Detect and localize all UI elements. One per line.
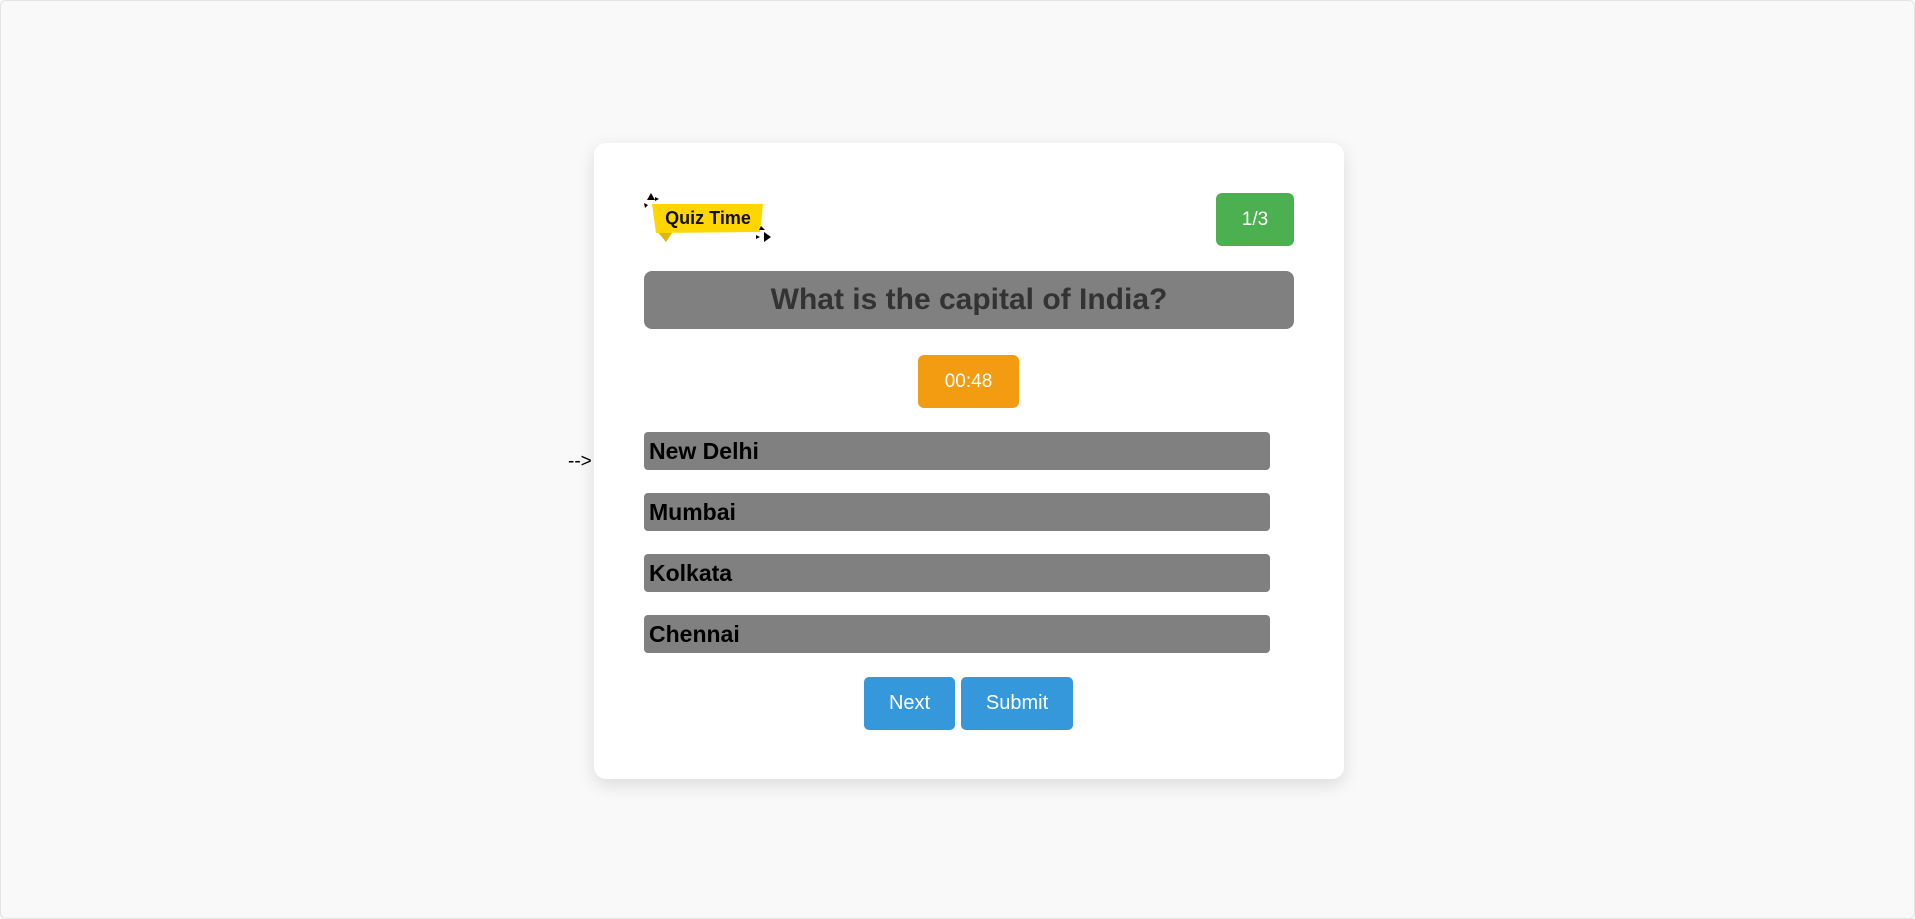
logo-text: Quiz Time [665,208,751,228]
stray-arrow-text: --> [568,451,592,472]
next-button[interactable]: Next [864,677,955,730]
answer-options: New Delhi Mumbai Kolkata Chennai [644,432,1270,676]
answer-option-chennai[interactable]: Chennai [644,615,1270,653]
question-counter-badge: 1/3 [1216,193,1294,246]
logo-icon: Quiz Time [644,193,771,242]
action-buttons: Next Submit [864,677,1073,730]
answer-option-mumbai[interactable]: Mumbai [644,493,1270,531]
quiz-time-logo: Quiz Time [644,193,772,243]
submit-button[interactable]: Submit [961,677,1073,730]
question-text: What is the capital of India? [770,283,1168,316]
question-box: What is the capital of India? [644,271,1294,329]
answer-option-new-delhi[interactable]: New Delhi [644,432,1270,470]
answer-option-kolkata[interactable]: Kolkata [644,554,1270,592]
countdown-timer: 00:48 [918,355,1019,408]
quiz-card: Quiz Time 1/3 What is the capital of Ind… [594,143,1344,779]
